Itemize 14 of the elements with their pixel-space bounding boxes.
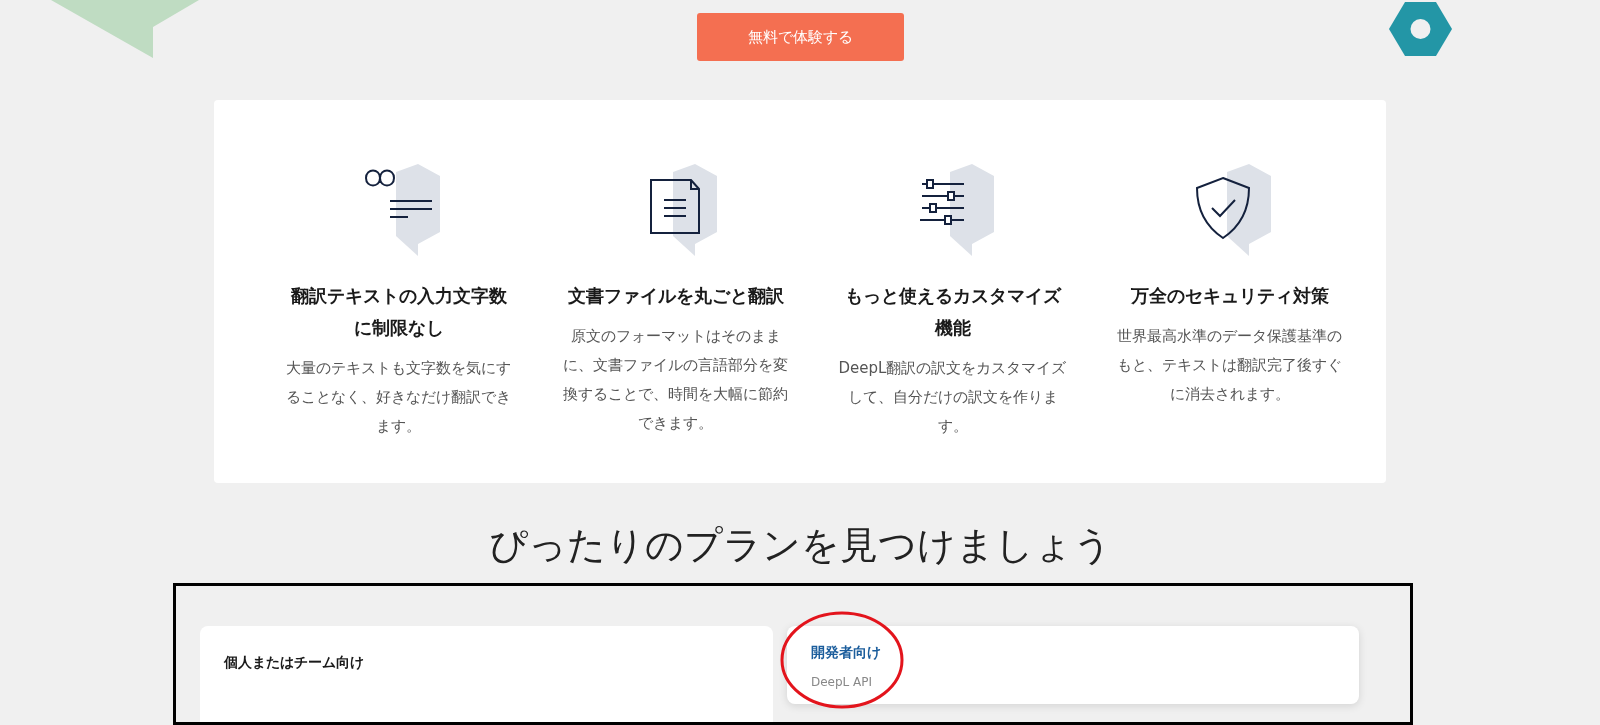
plan-tab[interactable]: 開発者向け DeepL API — [787, 626, 1359, 705]
plans-heading: ぴったりのプランを見つけましょう — [488, 522, 1112, 570]
feature-title: 万全のセキュリティ対策 — [1129, 283, 1330, 308]
plan-tab-subtitle: DeepL API — [811, 674, 874, 692]
plan-tab-title: 開発者向け — [811, 643, 882, 663]
feature-description: 世界最高水準のデータ保護基準のもと、テキストは翻訳完了後すぐに消去されます。 — [1116, 325, 1343, 405]
plan-tab-title: 個人またはチーム向け — [224, 653, 365, 673]
feature-description: DeepL翻訳の訳文をカスタマイズして、自分だけの訳文を作ります。 — [837, 357, 1068, 437]
feature-description: 原文のフォーマットはそのままに、文書ファイルの言語部分を変換することで、時間を大幅に節約できます。 — [562, 325, 789, 434]
feature-title: もっと使えるカスタマイズ機能 — [843, 283, 1063, 340]
feature-description: 大量のテキストも文字数を気にすることなく、好きなだけ翻訳できます。 — [285, 357, 512, 437]
plan-tab[interactable]: 個人またはチーム向け — [200, 626, 773, 722]
feature-title: 翻訳テキストの入力文字数に制限なし — [289, 283, 508, 340]
feature-title: 文書ファイルを丸ごと翻訳 — [566, 283, 785, 308]
